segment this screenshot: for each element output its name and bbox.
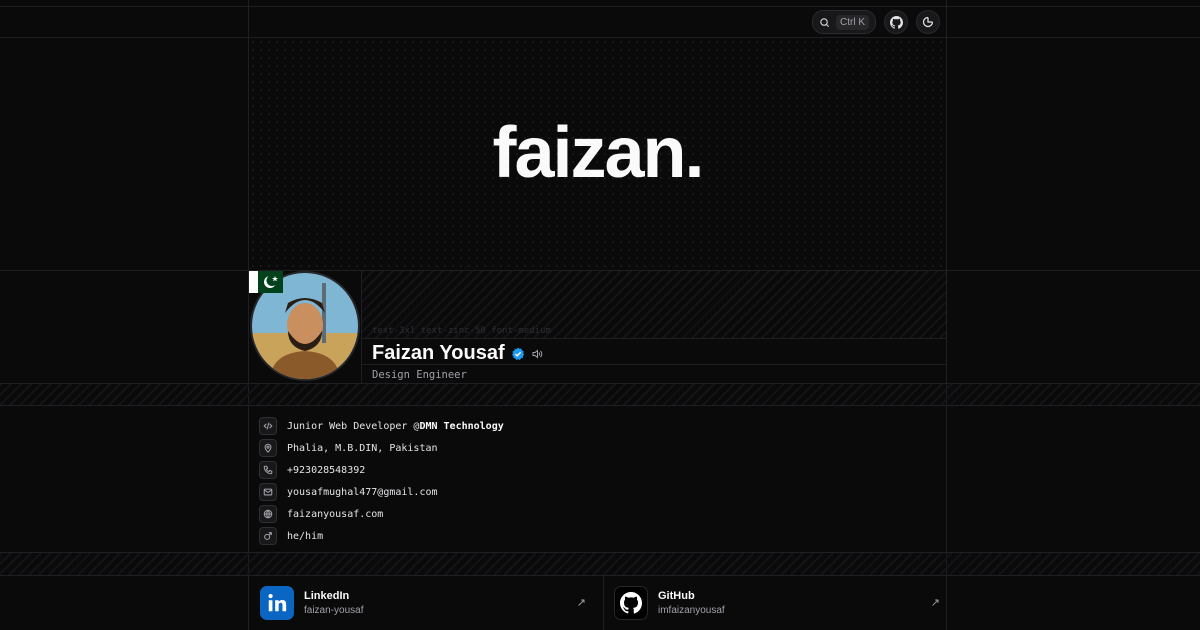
theme-toggle-icon — [922, 16, 934, 28]
grid-line-right — [946, 0, 947, 630]
brand-logo: faizan. — [492, 113, 704, 193]
theme-toggle-button[interactable] — [916, 10, 940, 34]
grid-line — [603, 576, 604, 630]
info-item-website: faizanyousaf.com — [259, 503, 504, 525]
verified-icon — [511, 347, 524, 360]
search-button[interactable]: Ctrl K — [812, 10, 876, 34]
top-toolbar: Ctrl K — [812, 10, 940, 34]
profile-name: Faizan Yousaf — [372, 342, 505, 364]
grid-line — [0, 6, 1200, 7]
name-row: Faizan Yousaf — [372, 342, 543, 365]
info-list: Junior Web Developer @DMN Technology Pha… — [259, 415, 504, 547]
company-link[interactable]: DMN Technology — [419, 421, 503, 432]
grid-line — [361, 271, 362, 383]
arrow-up-right-icon: ↗ — [576, 597, 586, 609]
pronouns-text: he/him — [287, 530, 324, 542]
github-icon — [889, 15, 903, 29]
social-handle: faizan-yousaf — [304, 605, 364, 616]
search-shortcut: Ctrl K — [836, 14, 869, 30]
social-title: GitHub — [658, 590, 695, 602]
job-title: Junior Web Developer @ — [287, 420, 420, 432]
social-card-github[interactable]: GitHub imfaizanyousaf ↗ — [614, 576, 940, 630]
github-icon — [614, 586, 648, 620]
profile-role: Design Engineer — [372, 369, 467, 381]
globe-icon — [259, 505, 277, 523]
hatch-divider — [0, 384, 1200, 405]
hatch-divider — [0, 553, 1200, 575]
phone-icon — [259, 461, 277, 479]
github-link-button[interactable] — [884, 10, 908, 34]
class-hint: text-3xl text-zinc-50 font-medium — [372, 326, 551, 336]
social-card-linkedin[interactable]: LinkedIn faizan-yousaf ↗ — [260, 576, 594, 630]
social-handle: imfaizanyousaf — [658, 605, 725, 616]
info-item-pronouns: he/him — [259, 525, 504, 547]
pakistan-flag-icon — [249, 271, 283, 293]
info-item-email: yousafmughal477@gmail.com — [259, 481, 504, 503]
mail-icon — [259, 483, 277, 501]
grid-line — [0, 405, 1200, 406]
email-link[interactable]: yousafmughal477@gmail.com — [287, 487, 438, 498]
social-title: LinkedIn — [304, 590, 350, 602]
code-icon — [259, 417, 277, 435]
arrow-up-right-icon: ↗ — [930, 597, 940, 609]
website-link[interactable]: faizanyousaf.com — [287, 509, 383, 520]
speaker-icon[interactable] — [531, 348, 543, 360]
info-item-job: Junior Web Developer @DMN Technology — [259, 415, 504, 437]
location-text: Phalia, M.B.DIN, Pakistan — [287, 442, 438, 454]
map-pin-icon — [259, 439, 277, 457]
phone-link[interactable]: +923028548392 — [287, 465, 365, 476]
gender-icon — [259, 527, 277, 545]
info-item-phone: +923028548392 — [259, 459, 504, 481]
linkedin-icon — [260, 586, 294, 620]
search-icon — [820, 17, 830, 27]
grid-line — [362, 338, 946, 339]
grid-line — [0, 575, 1200, 576]
info-item-location: Phalia, M.B.DIN, Pakistan — [259, 437, 504, 459]
